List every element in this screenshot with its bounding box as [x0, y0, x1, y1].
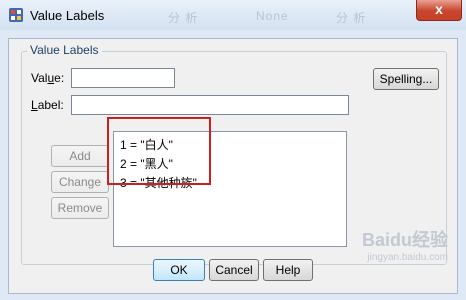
- spss-app-icon: [9, 8, 23, 22]
- close-icon: x: [435, 1, 443, 17]
- remove-button[interactable]: Remove: [51, 197, 109, 219]
- background-ghost-text-3: 分 析: [336, 11, 367, 25]
- watermark-url: jingyan.baidu.com: [367, 252, 448, 263]
- watermark-logo-text: Baidu经验: [361, 230, 448, 250]
- cancel-button[interactable]: Cancel: [209, 259, 259, 281]
- title-bar: Value Labels 分 析 None 分 析 x: [0, 0, 466, 31]
- highlight-annotation-box: [107, 117, 211, 185]
- spelling-button[interactable]: Spelling...: [373, 68, 439, 90]
- group-legend: Value Labels: [27, 43, 102, 57]
- ok-button[interactable]: OK: [153, 259, 205, 281]
- close-button[interactable]: x: [416, 0, 462, 21]
- add-button[interactable]: Add: [51, 145, 109, 167]
- change-button[interactable]: Change: [51, 171, 109, 193]
- baidu-watermark: Baidu经验 jingyan.baidu.com: [344, 226, 454, 276]
- label-label: Label:: [31, 98, 64, 112]
- label-input[interactable]: [71, 95, 349, 115]
- value-label: Value:: [31, 71, 65, 85]
- window-title: Value Labels: [30, 8, 105, 23]
- background-ghost-text-1: 分 析: [168, 11, 199, 25]
- help-button[interactable]: Help: [263, 259, 313, 281]
- background-ghost-text-2: None: [256, 9, 289, 23]
- value-input[interactable]: [71, 68, 175, 88]
